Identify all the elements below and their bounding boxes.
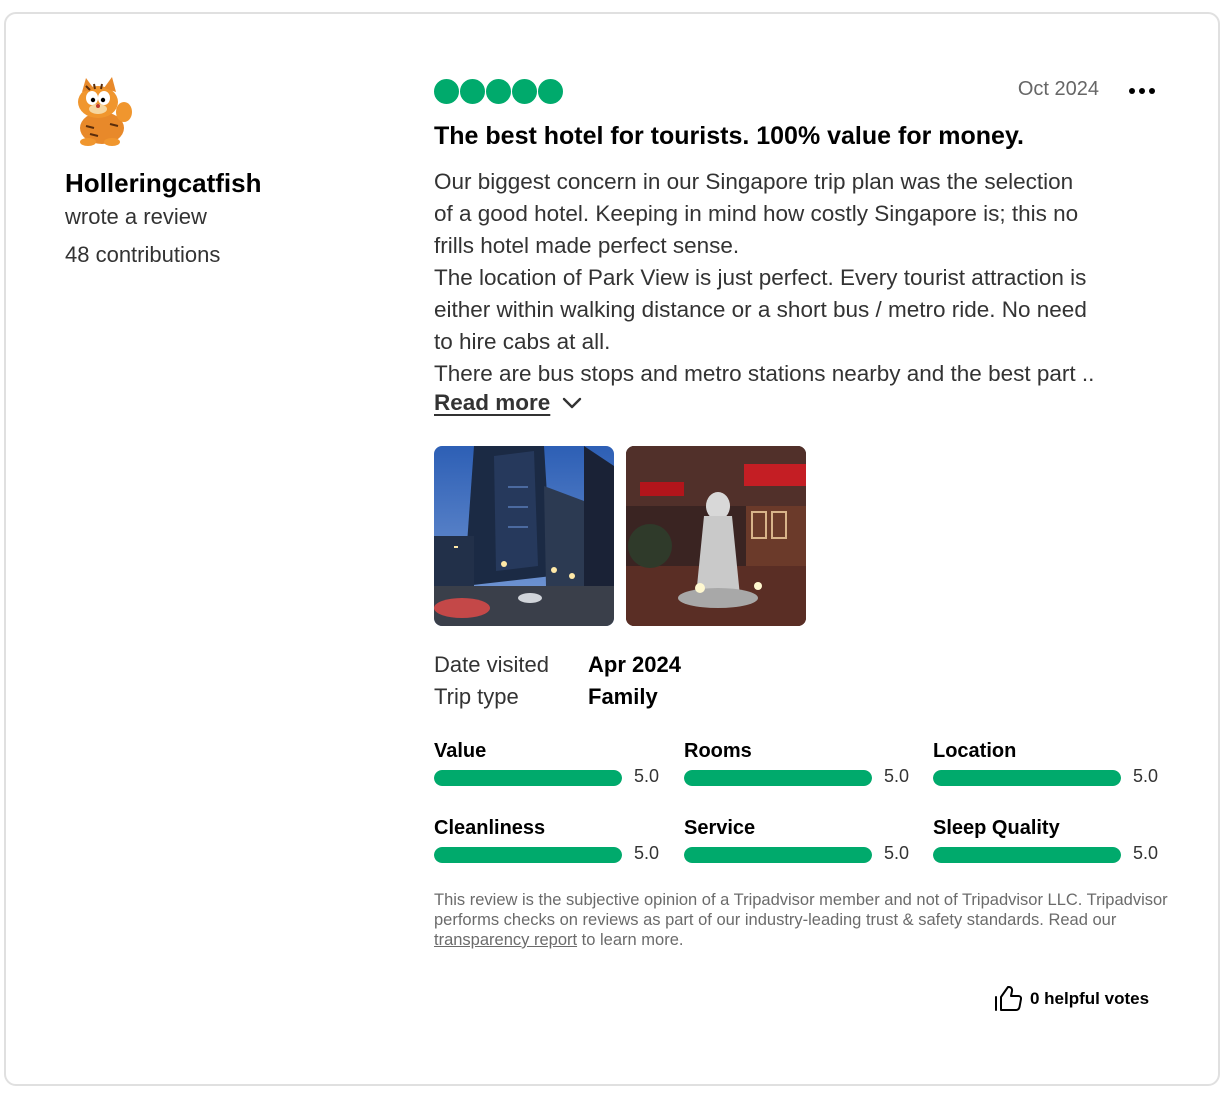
subrating-label: Service [684,817,756,839]
garfield-cat-avatar-icon [78,77,132,146]
subrating-bar [933,770,1121,786]
subrating-label: Value [434,740,487,762]
rating-bubble-icon [512,79,537,104]
bubble-rating [434,79,563,104]
subrating-label: Location [933,740,1017,762]
rating-bubble-icon [486,79,511,104]
reviewer-action: wrote a review [65,204,207,229]
review-photo-2[interactable] [626,446,806,626]
subrating-score: 5.0 [884,766,910,786]
subrating-bar [684,770,872,786]
photo-night-skyscraper-street [434,446,614,626]
disclaimer-text: This review is the subjective opinion of… [434,891,1168,929]
disclaimer-text-end: to learn more. [577,931,684,949]
review-body-line: There are bus stops and metro stations n… [434,361,1095,386]
avatar[interactable] [64,72,140,148]
subrating-bar [933,847,1121,863]
date-visited-label: Date visited [434,652,549,677]
rating-bubble-icon [460,79,485,104]
transparency-report-link[interactable]: transparency report [434,931,577,949]
subrating-bar [434,770,622,786]
read-more-button[interactable]: Read more [434,390,582,416]
review-body-line: frills hotel made perfect sense. [434,233,740,258]
subrating-score: 5.0 [634,843,660,863]
rating-bubble-icon [538,79,563,104]
subrating-bar-fill [684,770,872,786]
subrating-bar-fill [933,770,1121,786]
trip-type-label: Trip type [434,684,519,709]
review-body-line: of a good hotel. Keeping in mind how cos… [434,201,1079,226]
review-title: The best hotel for tourists. 100% value … [434,122,1024,150]
more-options-button[interactable] [1124,80,1160,102]
review-body: Our biggest concern in our Singapore tri… [434,166,1174,390]
subrating-bar-fill [933,847,1121,863]
review-date: Oct 2024 [1017,78,1099,100]
subrating-label: Rooms [684,740,752,762]
rating-bubble-icon [434,79,459,104]
dot-icon [1149,88,1155,94]
subrating-label: Sleep Quality [933,817,1060,839]
photo-statue-chinese-signs [626,446,806,626]
review-body-line: The location of Park View is just perfec… [434,265,1087,290]
subrating-bar [684,847,872,863]
subrating-bar-fill [434,770,622,786]
subrating-bar-fill [434,847,622,863]
review-body-line: to hire cabs at all. [434,329,611,354]
trip-type-value: Family [588,684,658,709]
review-disclaimer: This review is the subjective opinion of… [434,890,1174,950]
subrating-score: 5.0 [1133,843,1159,863]
helpful-votes-label: 0 helpful votes [1030,989,1150,1008]
contribution-count: 48 contributions [65,242,221,267]
subrating-bar [434,847,622,863]
subrating-score: 5.0 [1133,766,1159,786]
date-visited-value: Apr 2024 [588,652,681,677]
review-body-line: either within walking distance or a shor… [434,297,1087,322]
helpful-vote-button[interactable]: 0 helpful votes [994,986,1149,1012]
subrating-label: Cleanliness [434,817,546,839]
dot-icon [1139,88,1145,94]
thumbs-up-icon [995,986,1022,1011]
reviewer-name[interactable]: Holleringcatfish [65,168,261,199]
dot-icon [1129,88,1135,94]
subrating-bar-fill [684,847,872,863]
subrating-score: 5.0 [634,766,660,786]
chevron-down-icon [563,397,582,409]
subrating-score: 5.0 [884,843,910,863]
review-photo-1[interactable] [434,446,614,626]
read-more-label: Read more [434,390,551,415]
review-body-line: Our biggest concern in our Singapore tri… [434,169,1074,194]
